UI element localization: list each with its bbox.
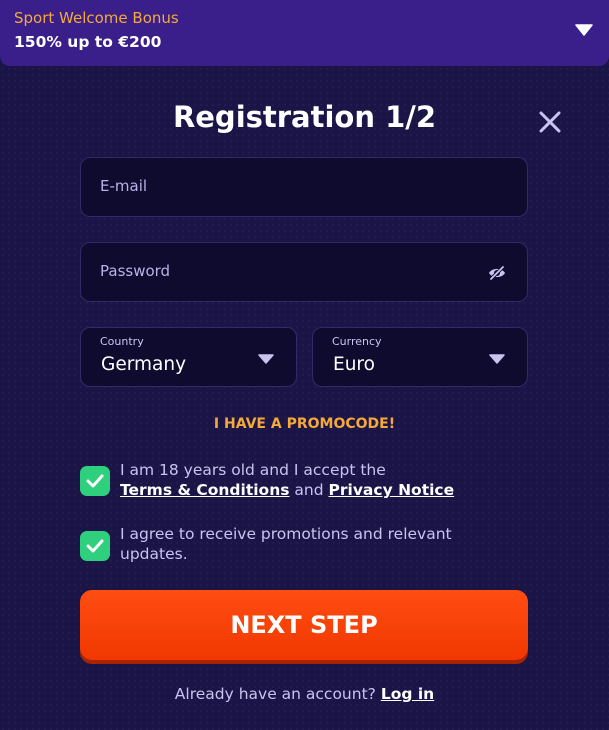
welcome-bonus-banner[interactable]: Sport Welcome Bonus 150% up to €200 (0, 0, 609, 66)
page-title: Registration 1/2 (172, 100, 437, 134)
promotions-consent-checkbox[interactable] (80, 531, 110, 561)
chevron-down-icon (489, 354, 505, 364)
age-consent-checkbox[interactable] (80, 466, 110, 496)
check-icon (86, 474, 104, 488)
check-icon (86, 539, 104, 553)
country-label: Country (100, 335, 144, 348)
close-icon[interactable] (538, 110, 562, 134)
currency-select[interactable]: Currency Euro (312, 327, 528, 387)
email-field[interactable]: E-mail (80, 157, 528, 217)
bonus-subtitle: 150% up to €200 (14, 33, 162, 51)
login-prompt-row: Already have an account? Log in (0, 685, 609, 703)
terms-link[interactable]: Terms & Conditions (120, 481, 289, 499)
promotions-consent-text: I agree to receive promotions and releva… (120, 525, 452, 563)
login-prompt: Already have an account? (174, 685, 376, 703)
caret-down-icon[interactable] (575, 24, 593, 36)
age-consent-text: I am 18 years old and I accept the Terms… (120, 460, 530, 500)
and-text: and (294, 481, 324, 499)
password-placeholder: Password (100, 262, 171, 280)
age-consent-label: I am 18 years old and I accept the (120, 461, 386, 479)
country-select[interactable]: Country Germany (80, 327, 297, 387)
promocode-link[interactable]: I HAVE A PROMOCODE! (0, 416, 609, 432)
login-link[interactable]: Log in (381, 685, 434, 703)
privacy-link[interactable]: Privacy Notice (329, 481, 455, 499)
country-value: Germany (101, 354, 187, 375)
email-placeholder: E-mail (100, 177, 148, 195)
bonus-title: Sport Welcome Bonus (14, 9, 179, 27)
password-field[interactable]: Password (80, 242, 528, 302)
next-step-button[interactable]: NEXT STEP (80, 590, 528, 660)
eye-slash-icon[interactable] (487, 263, 507, 283)
currency-value: Euro (333, 354, 375, 375)
chevron-down-icon (258, 354, 274, 364)
currency-label: Currency (332, 335, 382, 348)
